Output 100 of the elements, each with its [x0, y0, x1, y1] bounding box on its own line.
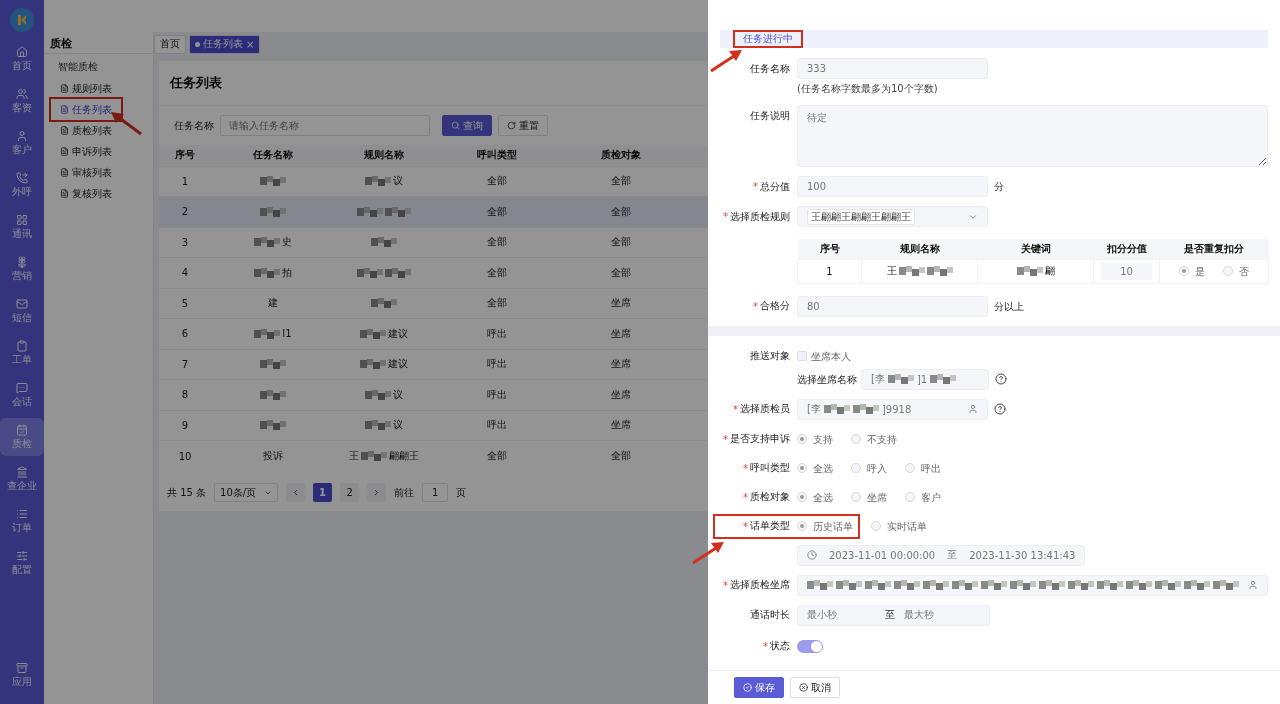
input-field[interactable]: [李 ]1 — [861, 368, 989, 390]
sidebar-item[interactable]: 查企业 — [0, 460, 44, 498]
radio-option[interactable]: 是 — [1179, 260, 1205, 282]
required-mark: * — [753, 181, 758, 192]
cell-text: 全部 — [611, 235, 631, 250]
sidebar-item[interactable]: 客户 — [0, 124, 44, 162]
submenu-item[interactable]: 申诉列表 — [56, 141, 116, 162]
annotation-arrow — [710, 50, 742, 72]
radio-option[interactable]: 呼出 — [905, 457, 941, 479]
description-field[interactable]: 待定 — [797, 105, 1268, 167]
date-range-field[interactable]: 2023-11-01 00:00:00 至 2023-11-30 13:41:43 — [797, 544, 1086, 566]
redacted-block — [930, 374, 957, 384]
radio-option[interactable]: 不支持 — [851, 428, 897, 450]
cell-text: 翩翩王 — [389, 449, 419, 463]
radio-option[interactable]: 呼入 — [851, 457, 887, 479]
radio-option[interactable]: 实时话单 — [871, 515, 927, 537]
close-icon[interactable]: × — [246, 38, 255, 50]
sidebar-item[interactable]: 应用 — [0, 656, 44, 694]
cell-text: 坐席 — [611, 418, 631, 433]
page-button[interactable]: 2 — [340, 483, 360, 502]
cancel-button[interactable]: 取消 — [790, 677, 840, 698]
submenu-item[interactable]: 质检列表 — [56, 120, 116, 141]
sidebar-item[interactable]: 会话 — [0, 376, 44, 414]
sidebar-item[interactable]: 订单 — [0, 502, 44, 540]
redacted-block — [254, 328, 281, 339]
search-button[interactable]: 查询 — [442, 115, 492, 136]
redacted-block — [361, 451, 387, 461]
sidebar-item[interactable]: 配置 — [0, 544, 44, 582]
cell-text: 3 — [181, 236, 189, 248]
table-row[interactable]: 2 全部 全部 — [159, 196, 708, 227]
submenu-item[interactable]: 规则列表 — [56, 78, 116, 99]
radio-option[interactable]: 历史话单 — [797, 515, 853, 537]
status-toggle[interactable] — [797, 639, 823, 653]
goto-label: 前往 — [394, 485, 415, 500]
rule-select[interactable]: 王翩翩王翩翩王翩翩王 — [797, 206, 988, 227]
redacted-block — [887, 374, 914, 384]
cell-text: 史 — [282, 235, 292, 250]
redacted-block — [371, 298, 397, 309]
field-label: 通话时长 — [750, 608, 790, 622]
radio-option[interactable]: 客户 — [905, 486, 941, 508]
field-label: 推送对象 — [750, 349, 790, 363]
submenu-item[interactable]: 审核列表 — [56, 162, 116, 183]
input-field[interactable]: 100 — [797, 176, 988, 197]
reset-button[interactable]: 重置 — [498, 115, 548, 136]
cell-text: 全部 — [487, 204, 507, 219]
field-label: 质检对象 — [750, 490, 790, 504]
radio-option[interactable]: 否 — [1223, 260, 1249, 282]
sidebar-item[interactable]: 客资 — [0, 82, 44, 120]
cell-text: 全部 — [487, 296, 507, 311]
checkbox-option[interactable]: 坐席本人 — [797, 345, 851, 367]
page-size-select[interactable]: 10条/页 — [214, 483, 279, 502]
search-icon — [451, 121, 460, 130]
document-icon — [60, 189, 69, 198]
radio-option[interactable]: 坐席 — [851, 486, 887, 508]
cell-text: 议 — [393, 418, 403, 433]
min-placeholder: 最小秒 — [807, 608, 838, 622]
sidebar-item[interactable]: 短信 — [0, 292, 44, 330]
input-field[interactable]: [李 ]9918 — [797, 398, 988, 420]
save-button[interactable]: 保存 — [734, 677, 784, 698]
search-field[interactable]: 请输入任务名称 — [220, 115, 430, 136]
required-mark: * — [723, 433, 728, 445]
cell-text: 建议 — [388, 326, 408, 341]
column-header: 是否重复扣分 — [1184, 242, 1244, 254]
page-tab[interactable]: 首页 — [154, 34, 186, 54]
sidebar-item[interactable]: 工单 — [0, 334, 44, 372]
field-value: [李 — [807, 402, 821, 416]
sidebar-item[interactable]: 通讯 — [0, 208, 44, 246]
required-mark: * — [723, 579, 728, 591]
radio-option[interactable]: 支持 — [797, 428, 833, 450]
unit-label: 分 — [994, 180, 1004, 194]
help-icon[interactable] — [994, 403, 1006, 415]
cell-text: 建议 — [388, 357, 408, 372]
field-label: 话单类型 — [750, 519, 790, 533]
input-field[interactable]: 80 — [797, 295, 988, 317]
document-icon — [60, 168, 69, 177]
max-placeholder: 最大秒 — [904, 608, 934, 622]
cell-text: 9 — [181, 419, 189, 431]
sidebar-item[interactable]: 首页 — [0, 40, 44, 78]
cell-text: 坐席 — [611, 387, 631, 402]
input-field[interactable] — [797, 574, 1268, 596]
end-date: 2023-11-30 13:41:43 — [969, 549, 1076, 561]
range-separator: 至 — [947, 548, 958, 562]
redacted-block — [260, 420, 286, 431]
submenu-item[interactable]: 复核列表 — [56, 183, 116, 204]
field-label: 是否支持申诉 — [730, 432, 790, 446]
page-tab[interactable]: 任务列表 × — [189, 34, 261, 54]
unit-label: 分以上 — [994, 299, 1024, 314]
page-button[interactable]: 1 — [313, 483, 333, 502]
radio-option[interactable]: 全选 — [797, 457, 833, 479]
page-input[interactable]: 1 — [422, 483, 449, 502]
redacted-block — [360, 359, 386, 370]
sidebar-item[interactable]: 营销 — [0, 250, 44, 288]
required-mark: * — [753, 300, 758, 312]
help-icon[interactable] — [995, 373, 1007, 385]
duration-range[interactable]: 最小秒 至 最大秒 — [797, 604, 990, 626]
sidebar-item[interactable]: 外呼 — [0, 166, 44, 204]
submenu-item[interactable]: 任务列表 — [56, 99, 116, 120]
input-field[interactable]: 333 — [797, 58, 988, 79]
score-field[interactable]: 10 — [1101, 262, 1152, 280]
radio-option[interactable]: 全选 — [797, 486, 833, 508]
